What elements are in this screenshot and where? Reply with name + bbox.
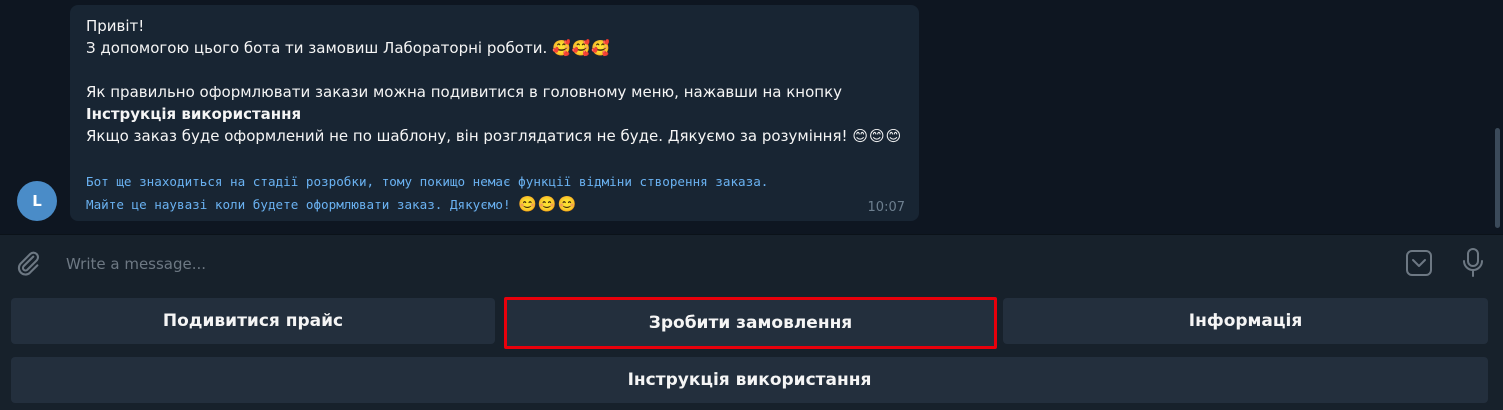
- message-line-intro: З допомогою цього бота ти замовиш Лабора…: [86, 37, 906, 59]
- microphone-icon[interactable]: [1460, 247, 1486, 279]
- information-button[interactable]: Інформація: [1003, 298, 1488, 344]
- reply-keyboard: Подивитися прайс Зробити замовлення Інфо…: [0, 290, 1503, 410]
- message-code-block: Бот ще знаходиться на стадії розробки, т…: [86, 171, 916, 216]
- place-order-button[interactable]: Зробити замовлення: [504, 297, 997, 349]
- message-bubble: Привіт! З допомогою цього бота ти замови…: [70, 5, 919, 221]
- bot-command-icon[interactable]: [1404, 248, 1434, 278]
- smiling-hearts-emoji-icon: 🥰🥰🥰: [552, 39, 612, 57]
- message-line-warning: Якщо заказ буде оформлений не по шаблону…: [86, 125, 906, 147]
- message-line-warning-text: Якщо заказ буде оформлений не по шаблону…: [86, 127, 848, 145]
- chat-area: Привіт! З допомогою цього бота ти замови…: [0, 0, 1490, 234]
- code-line-1: Бот ще знаходиться на стадії розробки, т…: [86, 174, 769, 189]
- code-line-2: Майте це наувазі коли будете оформлювати…: [86, 193, 916, 216]
- chat-scrollbar[interactable]: [1492, 0, 1503, 234]
- message-time: 10:07: [867, 200, 905, 215]
- message-composer: [0, 234, 1503, 291]
- message-text: Привіт! З допомогою цього бота ти замови…: [86, 15, 906, 147]
- view-prices-button[interactable]: Подивитися прайс: [11, 298, 495, 344]
- message-line-greeting: Привіт!: [86, 17, 145, 35]
- avatar[interactable]: L: [17, 181, 57, 221]
- message-line-howto: Як правильно оформлювати закази можна по…: [86, 83, 843, 101]
- smiling-face-emoji-icon: 😊😊😊: [852, 127, 903, 145]
- code-line-2-text: Майте це наувазі коли будете оформлювати…: [86, 197, 511, 212]
- message-input[interactable]: [64, 250, 1368, 278]
- usage-instructions-button[interactable]: Інструкція використання: [11, 357, 1488, 403]
- scrollbar-thumb[interactable]: [1495, 128, 1500, 228]
- message-blank-line: [86, 59, 906, 81]
- message-line-instruction: Інструкція використання: [86, 105, 302, 123]
- smiling-face-emoji-icon: 😊😊😊: [518, 195, 578, 213]
- paperclip-icon[interactable]: [14, 249, 42, 277]
- message-line-intro-text: З допомогою цього бота ти замовиш Лабора…: [86, 39, 548, 57]
